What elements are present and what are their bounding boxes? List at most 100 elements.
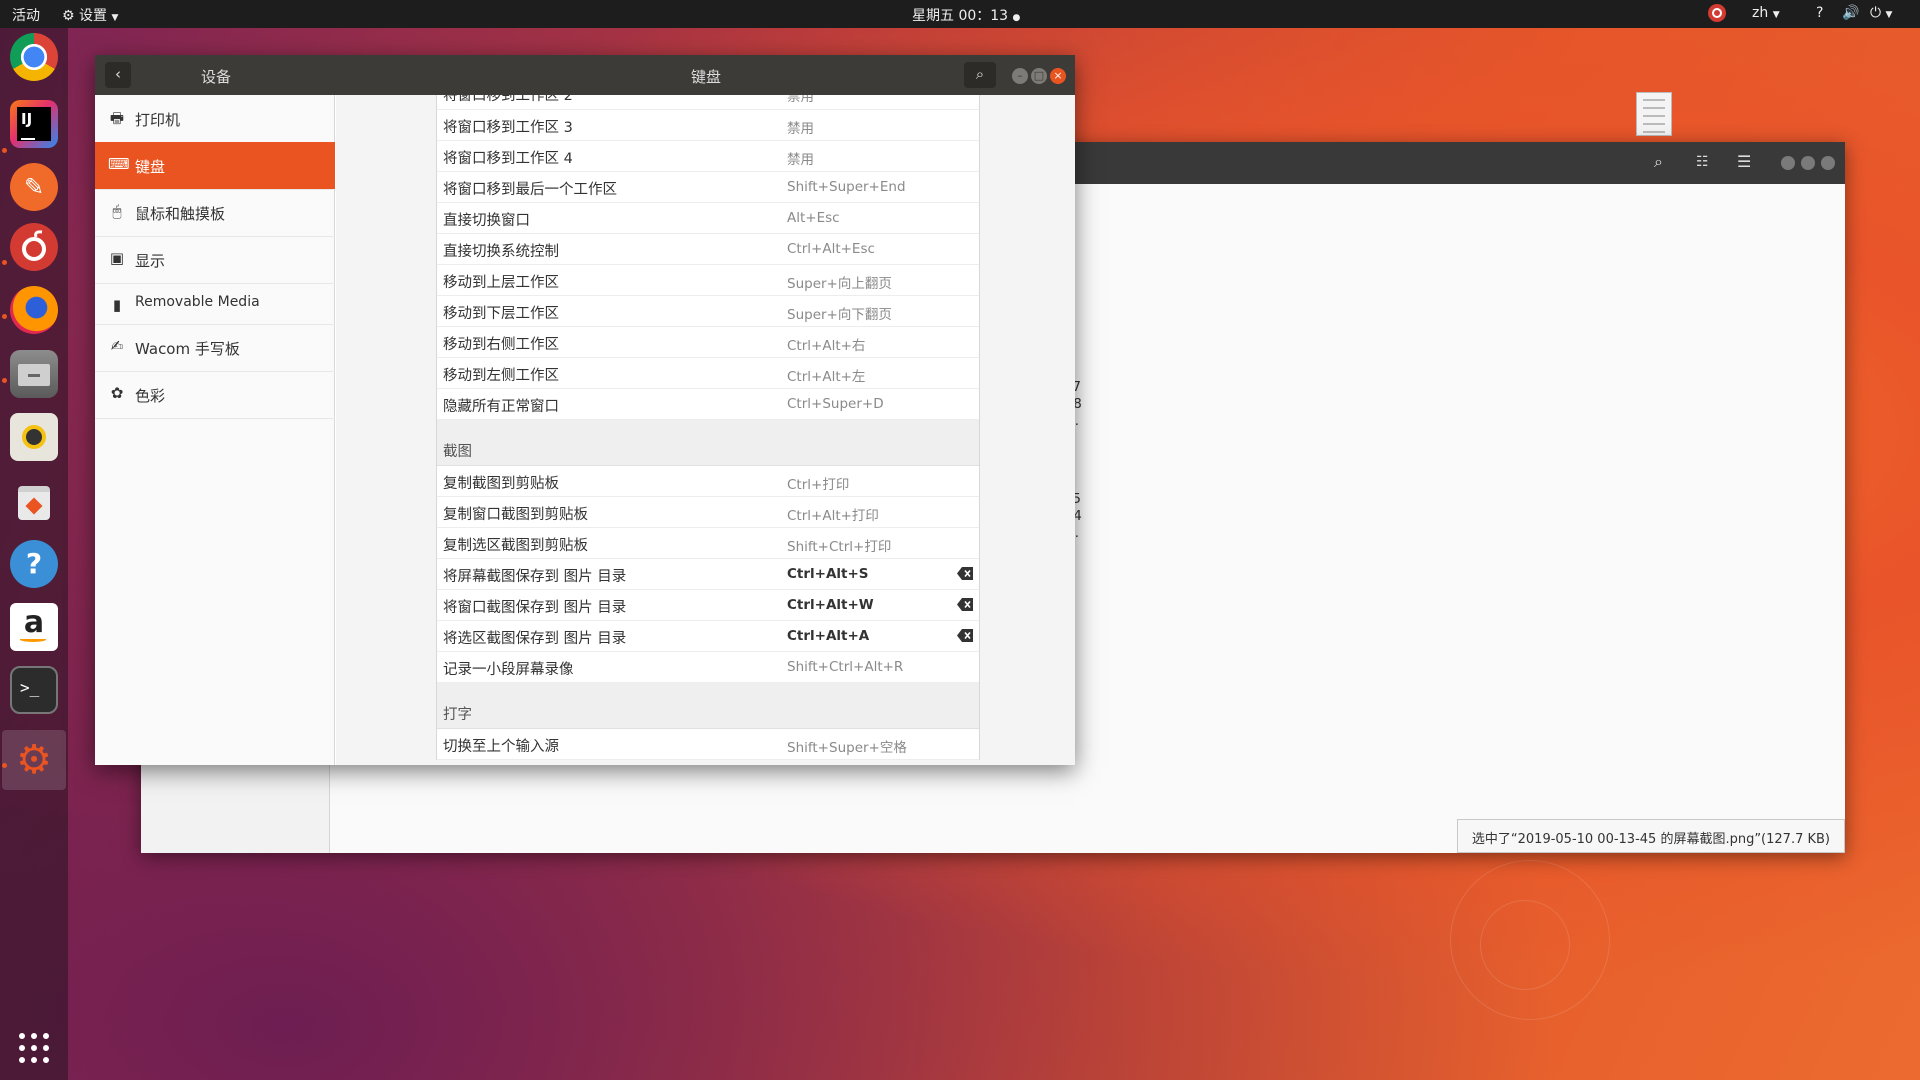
- shortcut-name: 将屏幕截图保存到 图片 目录: [443, 569, 627, 585]
- netease-tray-icon[interactable]: [1708, 4, 1726, 26]
- sidebar-item-label: Wacom 手写板: [135, 340, 240, 358]
- software-store-icon[interactable]: [10, 476, 58, 524]
- panel-title: 键盘: [691, 68, 722, 86]
- sidebar-item-printer[interactable]: 🖶 打印机: [95, 95, 335, 142]
- activities-button[interactable]: 活动: [12, 5, 40, 25]
- firefox-icon[interactable]: [10, 286, 58, 334]
- netease-music-icon[interactable]: [10, 223, 58, 271]
- shortcut-row[interactable]: 复制截图到剪贴板 Ctrl+打印: [437, 466, 979, 497]
- running-indicator: [2, 260, 7, 265]
- sidebar-item-label: 打印机: [135, 111, 181, 129]
- shortcut-name: 复制选区截图到剪贴板: [443, 538, 588, 554]
- shortcut-name: 直接切换系统控制: [443, 244, 559, 260]
- terminal-icon[interactable]: >_: [10, 666, 58, 714]
- clear-shortcut-icon[interactable]: [957, 567, 973, 580]
- close-button[interactable]: [1821, 156, 1835, 170]
- shortcut-row[interactable]: 将窗口移到工作区 4 禁用: [437, 141, 979, 172]
- shortcut-accelerator: Ctrl+Alt+左: [787, 369, 866, 385]
- help-indicator[interactable]: ?: [1816, 5, 1823, 21]
- shortcut-row[interactable]: 将选区截图保存到 图片 目录 Ctrl+Alt+A: [437, 621, 979, 652]
- section-header: 截图: [437, 420, 979, 466]
- shortcut-row[interactable]: 直接切换窗口 Alt+Esc: [437, 203, 979, 234]
- sidebar-item-display[interactable]: ▣ 显示: [95, 236, 335, 283]
- shortcut-row[interactable]: 切换至上个输入源 Shift+Super+空格: [437, 729, 979, 760]
- language-label: zh: [1752, 5, 1769, 21]
- rhythmbox-icon[interactable]: [10, 413, 58, 461]
- clear-shortcut-icon[interactable]: [957, 598, 973, 611]
- keyboard-shortcuts-panel: 将窗口移到工作区 2 禁用 将窗口移到工作区 3 禁用 将窗口移到工作区 4 禁用 将窗口移…: [336, 95, 1075, 765]
- shortcut-row[interactable]: 直接切换系统控制 Ctrl+Alt+Esc: [437, 234, 979, 265]
- minimize-button[interactable]: [1781, 156, 1795, 170]
- sidebar-item-usb[interactable]: ▮ Removable Media: [95, 283, 335, 324]
- color-icon: ✿: [110, 384, 124, 402]
- shortcut-row[interactable]: 隐藏所有正常窗口 Ctrl+Super+D: [437, 389, 979, 420]
- sidebar-item-label: 键盘: [135, 158, 166, 176]
- settings-sidebar: 🖶 打印机 ⌨ 键盘 🖱 鼠标和触摸板 ▣ 显示 ▮ Removable Media ✍ Wacom …: [95, 95, 335, 765]
- shortcut-accelerator: Ctrl+Alt+S: [787, 566, 869, 582]
- app-menu[interactable]: ⚙ 设置 ▼: [62, 5, 118, 25]
- maximize-button[interactable]: [1801, 156, 1815, 170]
- back-button[interactable]: ‹: [105, 62, 131, 88]
- shortcut-row[interactable]: 记录一小段屏幕录像 Shift+Ctrl+Alt+R: [437, 652, 979, 683]
- sidebar-item-color[interactable]: ✿ 色彩: [95, 371, 335, 418]
- clock[interactable]: 星期五 00：13 ●: [912, 5, 1020, 25]
- shortcut-name: 移动到右侧工作区: [443, 337, 559, 353]
- writer-pen-icon[interactable]: ✎: [10, 163, 58, 211]
- help-icon[interactable]: ?: [10, 540, 58, 588]
- power-icon[interactable]: ⏻ ▼: [1870, 5, 1892, 21]
- chrome-icon[interactable]: [10, 33, 58, 81]
- sidebar-item-tablet[interactable]: ✍ Wacom 手写板: [95, 324, 335, 371]
- shortcut-accelerator: Shift+Ctrl+Alt+R: [787, 659, 904, 675]
- shortcut-row[interactable]: 复制选区截图到剪贴板 Shift+Ctrl+打印: [437, 528, 979, 559]
- settings-icon[interactable]: ⚙: [10, 736, 58, 784]
- chevron-down-icon: ▼: [1772, 10, 1780, 20]
- close-button[interactable]: ×: [1050, 68, 1066, 84]
- shortcut-accelerator: Super+向上翻页: [787, 276, 892, 292]
- mouse-icon: 🖱: [112, 202, 122, 220]
- language-menu[interactable]: zh ▼: [1752, 5, 1780, 21]
- shortcut-row[interactable]: 将窗口移到工作区 3 禁用: [437, 110, 979, 141]
- search-icon[interactable]: ⌕: [1654, 152, 1663, 172]
- shortcut-row[interactable]: 将窗口移到最后一个工作区 Shift+Super+End: [437, 172, 979, 203]
- grid-icon[interactable]: [17, 1031, 51, 1065]
- volume-icon[interactable]: 🔊: [1842, 5, 1859, 21]
- clear-shortcut-icon[interactable]: [957, 629, 973, 642]
- running-indicator: [2, 763, 7, 768]
- search-button[interactable]: ⌕: [964, 62, 996, 88]
- shortcut-row[interactable]: 移动到左侧工作区 Ctrl+Alt+左: [437, 358, 979, 389]
- shortcut-name: 移动到上层工作区: [443, 275, 559, 291]
- intellij-idea-icon[interactable]: IJ: [10, 100, 58, 148]
- sidebar-item-label: 鼠标和触摸板: [135, 205, 226, 223]
- sidebar-item-mouse[interactable]: 🖱 鼠标和触摸板: [95, 189, 335, 236]
- shortcut-row[interactable]: 移动到右侧工作区 Ctrl+Alt+右: [437, 327, 979, 358]
- shortcut-row[interactable]: 复制窗口截图到剪贴板 Ctrl+Alt+打印: [437, 497, 979, 528]
- shortcut-row[interactable]: 将窗口截图保存到 图片 目录 Ctrl+Alt+W: [437, 590, 979, 621]
- view-options-icon[interactable]: ☷: [1696, 154, 1709, 170]
- gear-icon: ⚙: [62, 8, 75, 24]
- shortcut-name: 将窗口移到工作区 2: [443, 95, 573, 104]
- shortcut-row[interactable]: 将屏幕截图保存到 图片 目录 Ctrl+Alt+S: [437, 559, 979, 590]
- desktop-file-icon[interactable]: [1636, 92, 1672, 136]
- files-icon[interactable]: [10, 350, 58, 398]
- maximize-button[interactable]: □: [1031, 68, 1047, 84]
- shortcut-accelerator: Ctrl+Super+D: [787, 396, 884, 412]
- shortcut-accelerator: Shift+Ctrl+打印: [787, 539, 892, 555]
- shortcut-accelerator: Ctrl+Alt+打印: [787, 508, 879, 524]
- shortcut-accelerator: Ctrl+打印: [787, 477, 850, 493]
- running-indicator: [2, 378, 7, 383]
- shortcut-row[interactable]: 移动到上层工作区 Super+向上翻页: [437, 265, 979, 296]
- minimize-button[interactable]: –: [1012, 68, 1028, 84]
- amazon-icon[interactable]: a: [10, 603, 58, 651]
- display-icon: ▣: [109, 249, 125, 267]
- keyboard-icon: ⌨: [108, 155, 130, 173]
- chevron-left-icon: ‹: [115, 65, 121, 83]
- shortcut-name: 将窗口移到工作区 3: [443, 120, 573, 136]
- shortcut-name: 复制窗口截图到剪贴板: [443, 507, 588, 523]
- shortcut-accelerator: Shift+Super+空格: [787, 740, 907, 756]
- sidebar-item-keyboard[interactable]: ⌨ 键盘: [95, 142, 335, 189]
- running-indicator: [2, 314, 7, 319]
- shortcut-row[interactable]: 移动到下层工作区 Super+向下翻页: [437, 296, 979, 327]
- shortcut-row[interactable]: 将窗口移到工作区 2 禁用: [437, 95, 979, 110]
- menu-icon[interactable]: ☰: [1737, 152, 1751, 171]
- sidebar-item-label: Removable Media: [135, 294, 260, 310]
